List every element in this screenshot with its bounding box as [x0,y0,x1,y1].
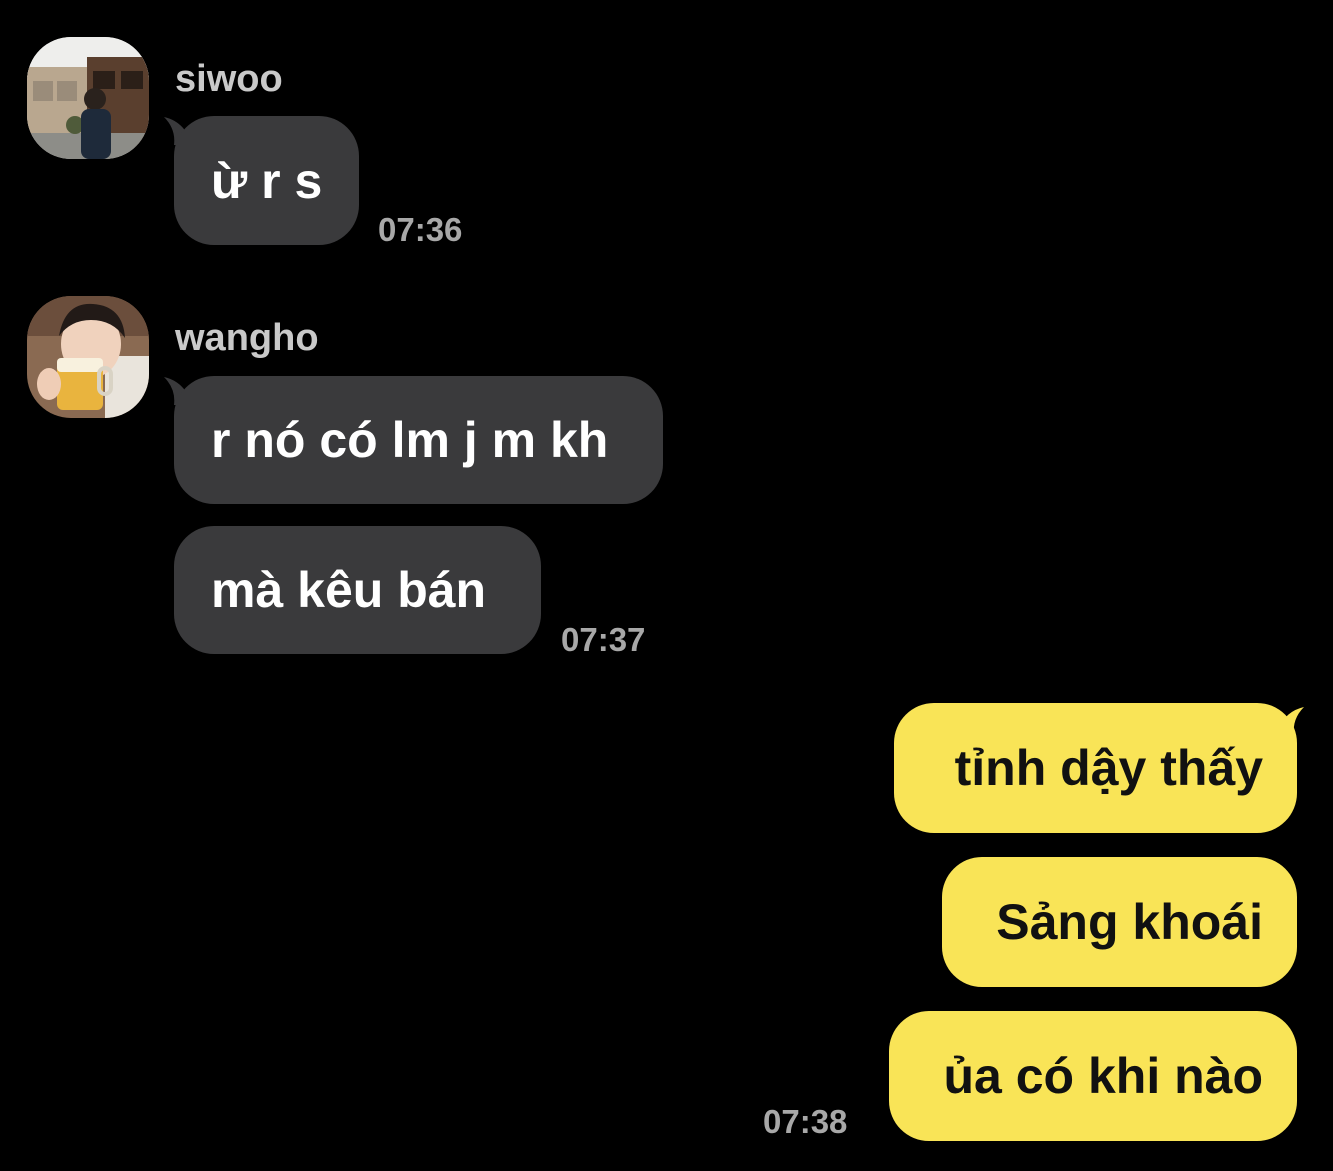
message-bubble[interactable]: Sảng khoái [942,857,1297,987]
message-bubble[interactable]: ủa có khi nào [889,1011,1297,1141]
profile-photo-wangho-icon [27,296,149,418]
timestamp: 07:38 [763,1103,848,1140]
timestamp: 07:36 [378,211,463,248]
timestamp: 07:37 [561,621,646,658]
sender-name: siwoo [175,58,283,100]
message-bubble[interactable]: ừ r s [174,116,359,245]
avatar-wangho[interactable] [27,296,149,418]
sender-name: wangho [175,317,319,359]
message-bubble[interactable]: tỉnh dậy thấy [894,703,1297,833]
avatar-siwoo[interactable] [27,37,149,159]
profile-photo-siwoo-icon [27,37,149,159]
message-bubble[interactable]: mà kêu bán [174,526,541,654]
message-bubble[interactable]: r nó có lm j m kh [174,376,663,504]
